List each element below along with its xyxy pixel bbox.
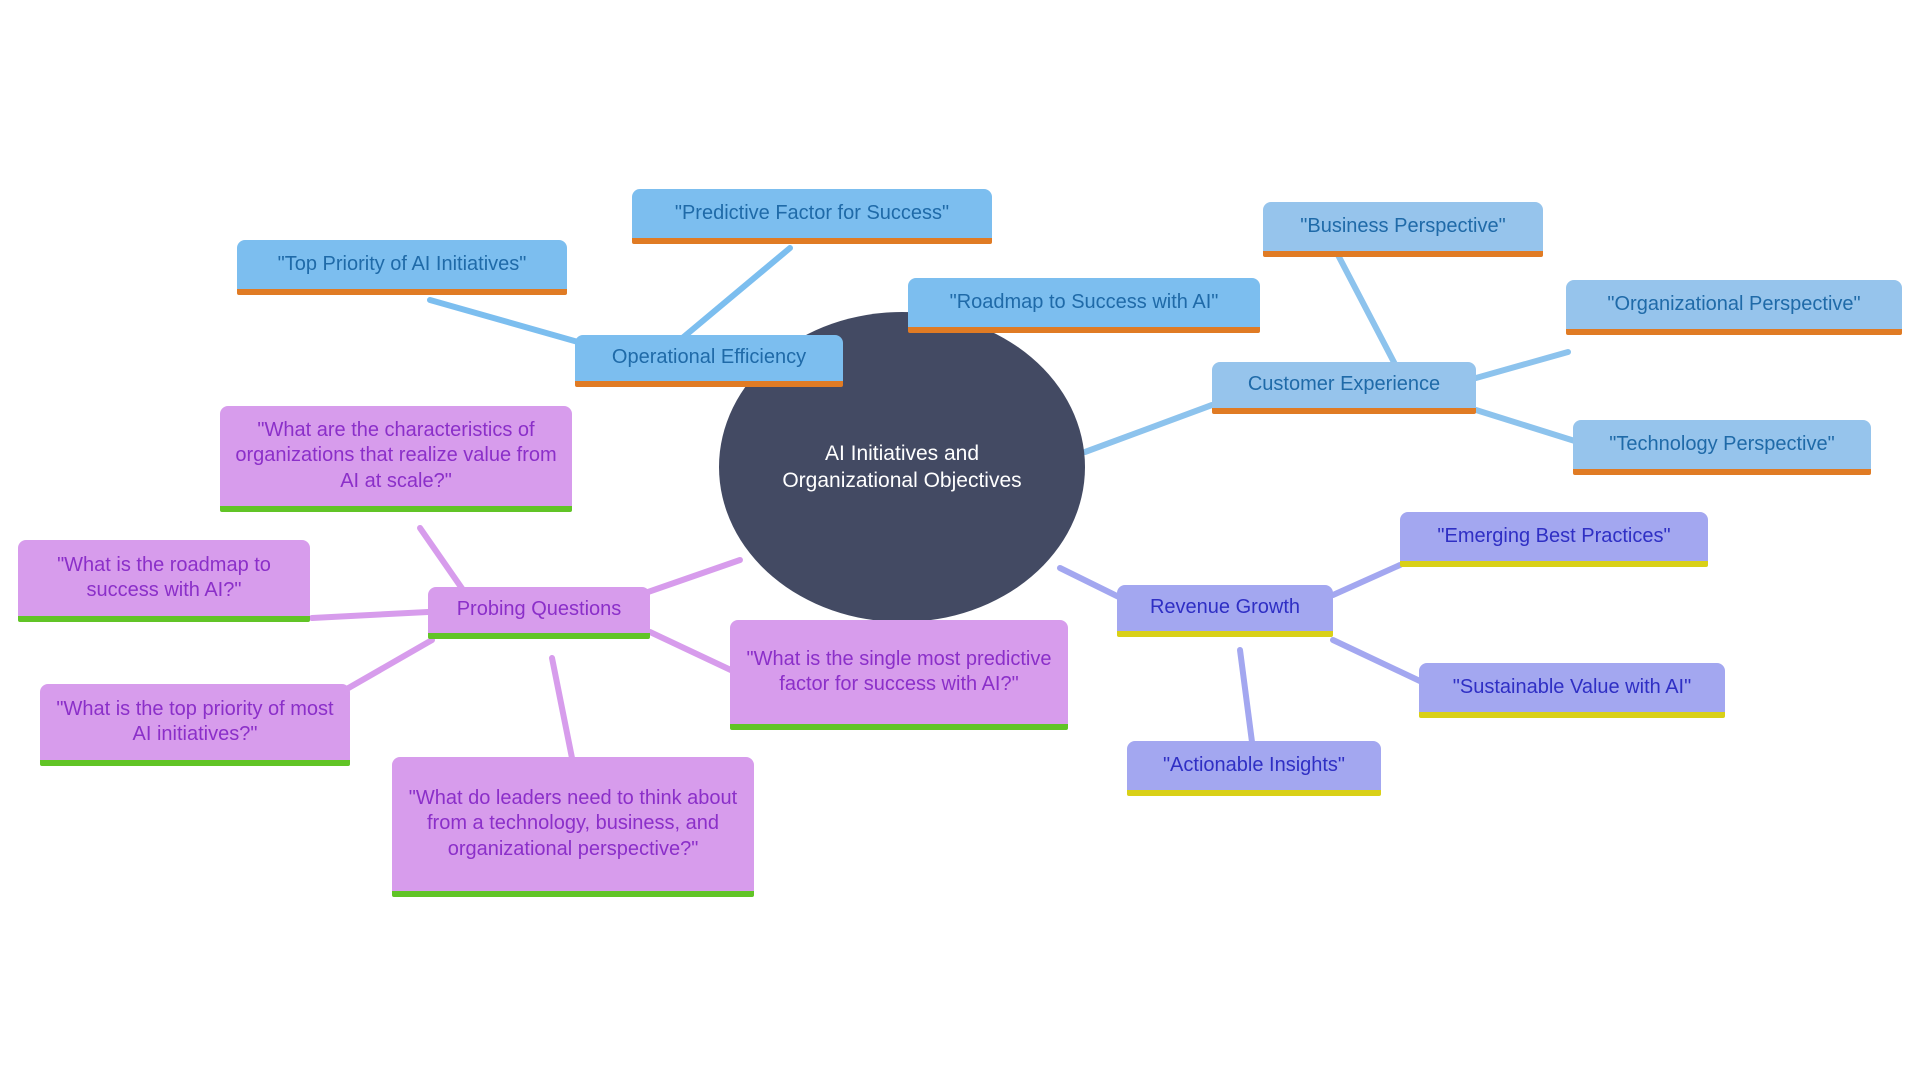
leaf-node-q-roadmap[interactable]: "What is the roadmap to success with AI?… <box>18 540 310 622</box>
edge-root-revenue-growth <box>1057 565 1128 603</box>
branch-node-revenue-growth[interactable]: Revenue Growth <box>1117 585 1333 637</box>
edge-revenue-growth-sustainable-value <box>1330 637 1425 685</box>
edge-customer-experience-organizational-perspective <box>1473 349 1571 381</box>
edge-customer-experience-business-perspective <box>1335 252 1401 373</box>
leaf-node-sustainable-value-label: "Sustainable Value with AI" <box>1452 675 1692 698</box>
leaf-node-top-priority[interactable]: "Top Priority of AI Initiatives" <box>237 240 567 295</box>
edge-probing-questions-q-single-most-predictive <box>647 629 738 675</box>
leaf-node-emerging-best-practices[interactable]: "Emerging Best Practices" <box>1400 512 1708 567</box>
leaf-node-sustainable-value[interactable]: "Sustainable Value with AI" <box>1419 663 1725 718</box>
leaf-node-roadmap-success[interactable]: "Roadmap to Success with AI" <box>908 278 1260 333</box>
leaf-node-organizational-perspective-label: "Organizational Perspective" <box>1607 292 1861 315</box>
edge-customer-experience-technology-perspective <box>1473 407 1581 445</box>
leaf-node-q-characteristics[interactable]: "What are the characteristics of organiz… <box>220 406 572 512</box>
leaf-node-roadmap-success-label: "Roadmap to Success with AI" <box>949 290 1219 313</box>
leaf-node-q-characteristics-label: "What are the characteristics of organiz… <box>235 419 557 492</box>
branch-node-operational-efficiency[interactable]: Operational Efficiency <box>575 335 843 387</box>
leaf-node-top-priority-label: "Top Priority of AI Initiatives" <box>277 252 527 275</box>
mindmap-canvas: AI Initiatives and Organizational Object… <box>0 0 1920 1080</box>
leaf-node-q-top-priority-label: "What is the top priority of most AI ini… <box>56 697 334 745</box>
branch-node-customer-experience-label: Customer Experience <box>1247 373 1441 396</box>
leaf-node-q-single-most-predictive[interactable]: "What is the single most predictive fact… <box>730 620 1068 730</box>
branch-node-customer-experience[interactable]: Customer Experience <box>1212 362 1476 414</box>
leaf-node-q-leaders-perspective[interactable]: "What do leaders need to think about fro… <box>392 757 754 897</box>
root-node-label: AI Initiatives and Organizational Object… <box>782 441 1022 492</box>
edge-probing-questions-q-top-priority <box>342 637 435 693</box>
leaf-node-actionable-insights-label: "Actionable Insights" <box>1162 753 1346 776</box>
leaf-node-predictive-factor[interactable]: "Predictive Factor for Success" <box>632 189 992 244</box>
edge-operational-efficiency-top-priority <box>427 297 581 345</box>
edge-probing-questions-q-leaders-perspective <box>549 655 575 761</box>
leaf-node-q-top-priority[interactable]: "What is the top priority of most AI ini… <box>40 684 350 766</box>
edge-revenue-growth-actionable-insights <box>1237 647 1255 745</box>
leaf-node-emerging-best-practices-label: "Emerging Best Practices" <box>1437 524 1671 547</box>
leaf-node-q-leaders-perspective-label: "What do leaders need to think about fro… <box>408 787 738 860</box>
edge-probing-questions-q-roadmap <box>309 609 431 621</box>
edge-root-customer-experience <box>1082 402 1215 455</box>
leaf-node-q-single-most-predictive-label: "What is the single most predictive fact… <box>746 647 1052 695</box>
branch-node-revenue-growth-label: Revenue Growth <box>1149 596 1301 619</box>
leaf-node-business-perspective[interactable]: "Business Perspective" <box>1263 202 1543 257</box>
edge-operational-efficiency-predictive-factor <box>677 245 793 343</box>
edge-revenue-growth-emerging-best-practices <box>1330 562 1403 598</box>
leaf-node-business-perspective-label: "Business Perspective" <box>1300 214 1506 237</box>
leaf-node-technology-perspective-label: "Technology Perspective" <box>1609 432 1835 455</box>
leaf-node-predictive-factor-label: "Predictive Factor for Success" <box>674 201 950 224</box>
leaf-node-technology-perspective[interactable]: "Technology Perspective" <box>1573 420 1871 475</box>
leaf-node-q-roadmap-label: "What is the roadmap to success with AI?… <box>57 553 271 601</box>
branch-node-probing-questions[interactable]: Probing Questions <box>428 587 650 639</box>
leaf-node-actionable-insights[interactable]: "Actionable Insights" <box>1127 741 1381 796</box>
edge-root-probing-questions <box>645 557 743 595</box>
branch-node-probing-questions-label: Probing Questions <box>456 598 622 621</box>
leaf-node-organizational-perspective[interactable]: "Organizational Perspective" <box>1566 280 1902 335</box>
branch-node-operational-efficiency-label: Operational Efficiency <box>611 346 807 369</box>
